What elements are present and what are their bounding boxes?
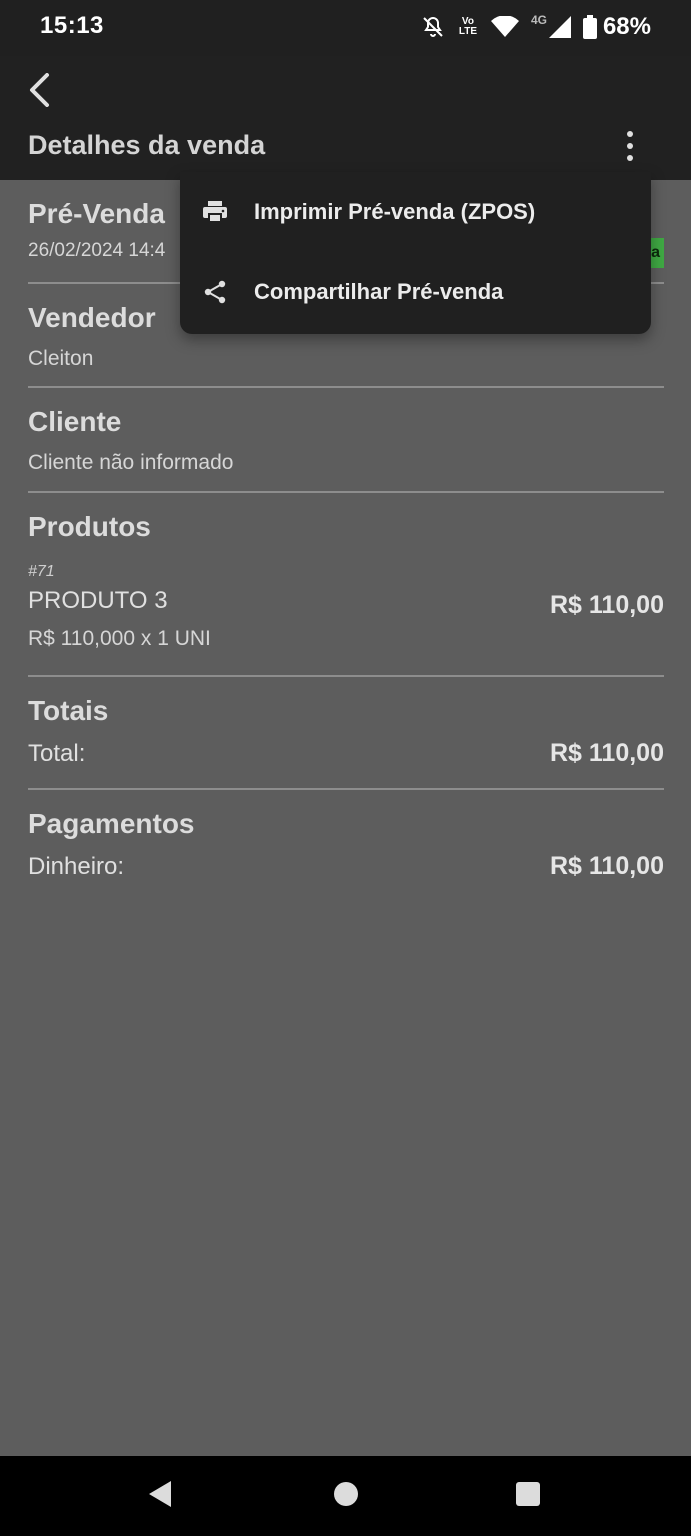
- back-button[interactable]: [20, 72, 60, 112]
- bell-off-icon: [421, 15, 445, 39]
- total-value: R$ 110,00: [550, 739, 664, 767]
- menu-item-share-label: Compartilhar Pré-venda: [254, 279, 504, 304]
- volte-icon: Vo LTE: [458, 16, 478, 37]
- section-totais: Totais Total: R$ 110,00: [28, 677, 664, 790]
- product-detail: R$ 110,000 x 1 UNI: [28, 627, 211, 650]
- battery-icon: [582, 15, 597, 39]
- total-row: Total: R$ 110,00: [28, 739, 664, 768]
- payment-value: R$ 110,00: [550, 852, 664, 880]
- produtos-title: Produtos: [28, 511, 151, 542]
- cliente-name: Cliente não informado: [28, 451, 234, 474]
- pagamentos-title: Pagamentos: [28, 808, 195, 839]
- menu-item-print-label: Imprimir Pré-venda (ZPOS): [254, 199, 536, 224]
- system-nav-bar: [0, 1456, 691, 1536]
- page-title: Detalhes da venda: [28, 130, 266, 160]
- printer-icon: [202, 199, 228, 225]
- battery-percent: 68%: [602, 13, 651, 40]
- status-bar: 15:13 Vo LTE 4G 68%: [0, 0, 691, 56]
- totais-title: Totais: [28, 695, 109, 726]
- wifi-icon: [490, 16, 519, 38]
- network-type: 4G: [530, 13, 547, 27]
- app-bar: Detalhes da venda: [0, 56, 691, 180]
- cliente-title: Cliente: [28, 406, 122, 437]
- overflow-menu-button[interactable]: [612, 128, 648, 164]
- share-icon: [202, 279, 228, 305]
- prevenda-datetime: 26/02/2024 14:4: [28, 240, 166, 261]
- back-triangle-icon: [147, 1480, 173, 1513]
- nav-back-button[interactable]: [140, 1476, 180, 1516]
- vendedor-name: Cleiton: [28, 347, 94, 370]
- signal-icon: [548, 16, 571, 38]
- section-pagamentos: Pagamentos Dinheiro: R$ 110,00: [28, 790, 664, 900]
- nav-home-button[interactable]: [326, 1476, 366, 1516]
- home-circle-icon: [333, 1481, 359, 1512]
- section-produtos: Produtos #71 PRODUTO 3 R$ 110,00 R$ 110,…: [28, 493, 664, 677]
- more-vertical-icon: [612, 131, 648, 168]
- menu-item-share[interactable]: Compartilhar Pré-venda: [180, 252, 651, 332]
- product-list-item[interactable]: #71 PRODUTO 3 R$ 110,00 R$ 110,000 x 1 U…: [28, 559, 664, 659]
- product-total: R$ 110,00: [550, 591, 664, 619]
- product-name: PRODUTO 3: [28, 587, 168, 614]
- product-code: #71: [28, 563, 55, 580]
- status-time: 15:13: [40, 12, 104, 39]
- status-icons: Vo LTE 4G 68%: [421, 10, 651, 44]
- prevenda-title: Pré-Venda: [28, 198, 165, 229]
- nav-recents-button[interactable]: [508, 1476, 548, 1516]
- vendedor-title: Vendedor: [28, 302, 156, 333]
- payment-label: Dinheiro:: [28, 852, 125, 880]
- total-label: Total:: [28, 739, 86, 767]
- overflow-menu: Imprimir Pré-venda (ZPOS) Compartilhar P…: [180, 172, 651, 334]
- recents-square-icon: [515, 1481, 541, 1512]
- chevron-left-icon: [27, 72, 53, 112]
- section-cliente: Cliente Cliente não informado: [28, 388, 664, 493]
- menu-item-print[interactable]: Imprimir Pré-venda (ZPOS): [180, 172, 651, 252]
- payment-row: Dinheiro: R$ 110,00: [28, 852, 664, 881]
